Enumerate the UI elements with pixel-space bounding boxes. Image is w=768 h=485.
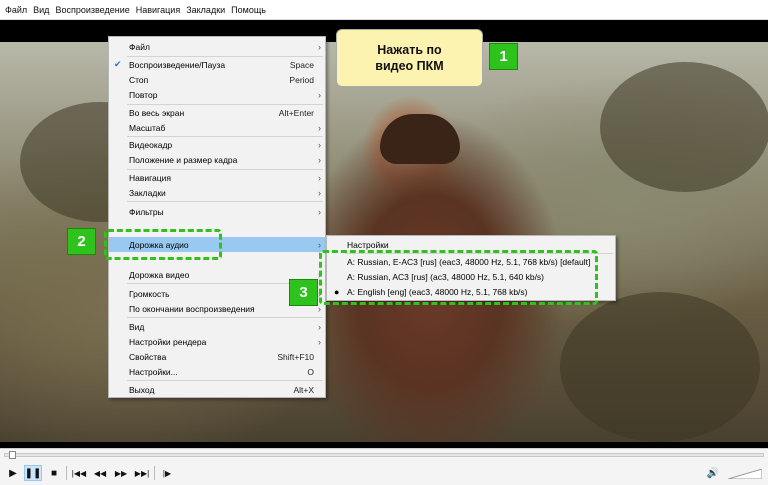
rewind-icon[interactable]: ◀◀	[91, 465, 109, 481]
ctx-item-render-settings[interactable]: Настройки рендера ›	[109, 334, 325, 349]
chevron-right-icon: ›	[318, 187, 321, 198]
ctx-item-play-pause[interactable]: ✔ Воспроизведение/Пауза Space	[109, 57, 325, 72]
ctx-item-repeat[interactable]: Повтор ›	[109, 87, 325, 102]
ctx-item-view[interactable]: Вид ›	[109, 319, 325, 334]
menu-help[interactable]: Помощь	[228, 5, 269, 15]
playback-controls: ▶ ❚❚ ■ |◀◀ ◀◀ ▶▶ ▶▶| |▶ 🔊	[0, 448, 768, 485]
stop-icon[interactable]: ■	[45, 465, 63, 481]
context-menu: Файл › ✔ Воспроизведение/Пауза Space Стоп Pe…	[108, 36, 326, 398]
play-icon[interactable]: ▶	[4, 465, 22, 481]
highlight-box-audio-track	[104, 229, 222, 260]
highlight-box-audio-list	[319, 250, 598, 305]
chevron-right-icon: ›	[318, 239, 321, 250]
seek-bar[interactable]	[4, 451, 764, 459]
chevron-right-icon: ›	[318, 154, 321, 165]
ctx-item-exit[interactable]: Выход Alt+X	[109, 382, 325, 397]
fast-forward-icon[interactable]: ▶▶	[112, 465, 130, 481]
menu-bookmarks[interactable]: Закладки	[183, 5, 228, 15]
menu-bar: Файл Вид Воспроизведение Навигация Закла…	[0, 0, 768, 20]
ctx-item-navigation[interactable]: Навигация ›	[109, 170, 325, 185]
ctx-item-bookmarks[interactable]: Закладки ›	[109, 185, 325, 200]
menu-navigation[interactable]: Навигация	[133, 5, 183, 15]
ctx-item-pan-scan[interactable]: Положение и размер кадра ›	[109, 152, 325, 167]
chevron-right-icon: ›	[318, 41, 321, 52]
ctx-item-file[interactable]: Файл ›	[109, 39, 325, 54]
menu-playback[interactable]: Воспроизведение	[52, 5, 132, 15]
chevron-right-icon: ›	[318, 139, 321, 150]
previous-icon[interactable]: |◀◀	[70, 465, 88, 481]
volume-slider[interactable]	[728, 469, 762, 479]
chevron-right-icon: ›	[318, 206, 321, 217]
ctx-item-fullscreen[interactable]: Во весь экран Alt+Enter	[109, 105, 325, 120]
chevron-right-icon: ›	[318, 172, 321, 183]
speaker-icon[interactable]: 🔊	[704, 465, 722, 481]
chevron-right-icon: ›	[318, 321, 321, 332]
chevron-right-icon: ›	[318, 336, 321, 347]
ctx-item-stop[interactable]: Стоп Period	[109, 72, 325, 87]
ctx-item-properties[interactable]: Свойства Shift+F10	[109, 349, 325, 364]
step-badge-2: 2	[67, 228, 96, 255]
ctx-item-zoom[interactable]: Масштаб ›	[109, 120, 325, 135]
seek-thumb[interactable]	[9, 451, 16, 459]
instruction-callout: Нажать по видео ПКМ	[336, 29, 483, 87]
menu-view[interactable]: Вид	[30, 5, 52, 15]
menu-file[interactable]: Файл	[2, 5, 30, 15]
step-badge-1: 1	[489, 43, 518, 70]
ctx-item-video-frame[interactable]: Видеокадр ›	[109, 137, 325, 152]
chevron-right-icon: ›	[318, 89, 321, 100]
chevron-right-icon: ›	[318, 122, 321, 133]
frame-step-icon[interactable]: |▶	[158, 465, 176, 481]
ctx-item-filters[interactable]: Фильтры ›	[109, 204, 325, 219]
check-icon: ✔	[114, 59, 122, 69]
next-icon[interactable]: ▶▶|	[133, 465, 151, 481]
ctx-item-options[interactable]: Настройки... O	[109, 364, 325, 379]
step-badge-3: 3	[289, 279, 318, 306]
chevron-right-icon: ›	[318, 303, 321, 314]
pause-icon[interactable]: ❚❚	[24, 465, 42, 481]
